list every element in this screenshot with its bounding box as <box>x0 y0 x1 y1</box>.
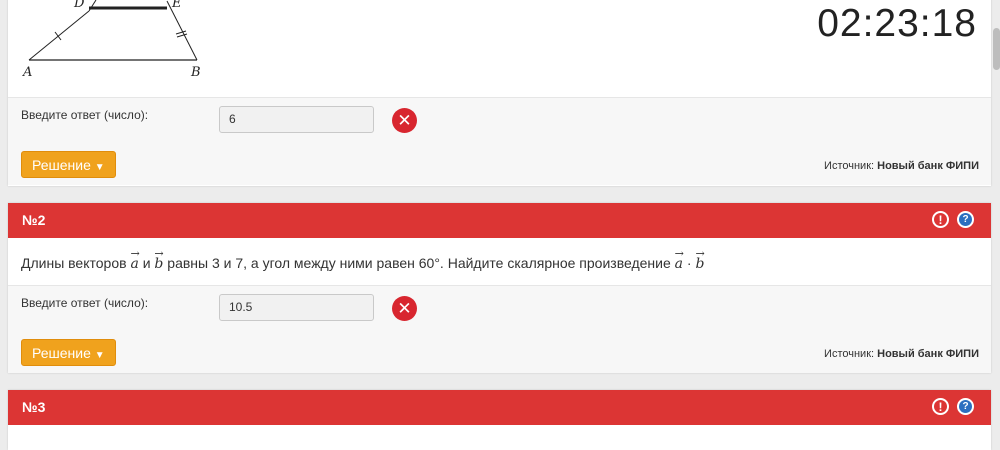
question-text-part2: равны 3 и 7, а угол между ними равен 60°… <box>163 255 675 271</box>
question-number: №3 <box>22 399 46 415</box>
chevron-down-icon: ▼ <box>94 162 105 173</box>
source-name: Новый банк ФИПИ <box>877 160 979 172</box>
question-header: №3 ! ? <box>8 390 991 425</box>
source-prefix: Источник: <box>824 160 878 172</box>
solution-button[interactable]: Решение ▼ <box>21 151 116 178</box>
question-text-part1: Длины векторов <box>21 255 131 271</box>
card-footer: Решение ▼ Источник: Новый банк ФИПИ <box>8 145 991 185</box>
report-icon[interactable]: ! <box>932 398 949 415</box>
trapezoid-figure: A B D E <box>22 0 201 80</box>
help-icon[interactable]: ? <box>957 398 974 415</box>
chevron-down-icon: ▼ <box>94 350 105 361</box>
answer-input[interactable]: 6 <box>219 106 374 133</box>
wrong-answer-icon: ✕ <box>392 108 417 133</box>
help-icon-glyph: ? <box>959 213 972 226</box>
vertex-label-e: E <box>171 0 182 11</box>
answer-area: Введите ответ (число): 6 ✕ <box>8 97 991 146</box>
answer-label: Введите ответ (число): <box>21 296 149 310</box>
source-prefix: Источник: <box>824 348 878 360</box>
source-text: Источник: Новый банк ФИПИ <box>824 160 979 172</box>
question-header: №2 ! ? <box>8 203 991 238</box>
scrollbar-thumb[interactable] <box>993 28 1000 70</box>
wrong-answer-icon: ✕ <box>392 296 417 321</box>
question-card-1: A B D E 02:23:18 Введите ответ (число): … <box>8 0 991 186</box>
vector-a: → a <box>130 247 140 272</box>
answer-label: Введите ответ (число): <box>21 108 149 122</box>
answer-area: Введите ответ (число): 10.5 ✕ <box>8 285 991 334</box>
report-icon[interactable]: ! <box>932 211 949 228</box>
solution-button-label: Решение <box>32 157 91 173</box>
vector-b-2: → b <box>695 247 705 272</box>
card-footer: Решение ▼ Источник: Новый банк ФИПИ <box>8 333 991 373</box>
source-text: Источник: Новый банк ФИПИ <box>824 348 979 360</box>
question-text-and: и <box>138 255 155 271</box>
dot-operator: · <box>683 255 696 271</box>
countdown-timer: 02:23:18 <box>817 2 977 45</box>
vector-a-2: → a <box>674 247 684 272</box>
vertex-label-b: B <box>190 65 201 80</box>
question-card-2: №2 ! ? Длины векторов → a и → b равны 3 и … <box>8 203 991 373</box>
question-number: №2 <box>22 212 46 228</box>
solution-button-label: Решение <box>32 345 91 361</box>
vector-b: → b <box>154 247 164 272</box>
question-text: Длины векторов → a и → b равны 3 и 7, а уг… <box>21 247 705 272</box>
help-icon-glyph: ? <box>959 400 972 413</box>
source-name: Новый банк ФИПИ <box>877 348 979 360</box>
solution-button[interactable]: Решение ▼ <box>21 339 116 366</box>
question-card-3: №3 ! ? <box>8 390 991 450</box>
vertex-label-d: D <box>73 0 85 11</box>
answer-input[interactable]: 10.5 <box>219 294 374 321</box>
help-icon[interactable]: ? <box>957 211 974 228</box>
vertex-label-a: A <box>22 65 32 80</box>
